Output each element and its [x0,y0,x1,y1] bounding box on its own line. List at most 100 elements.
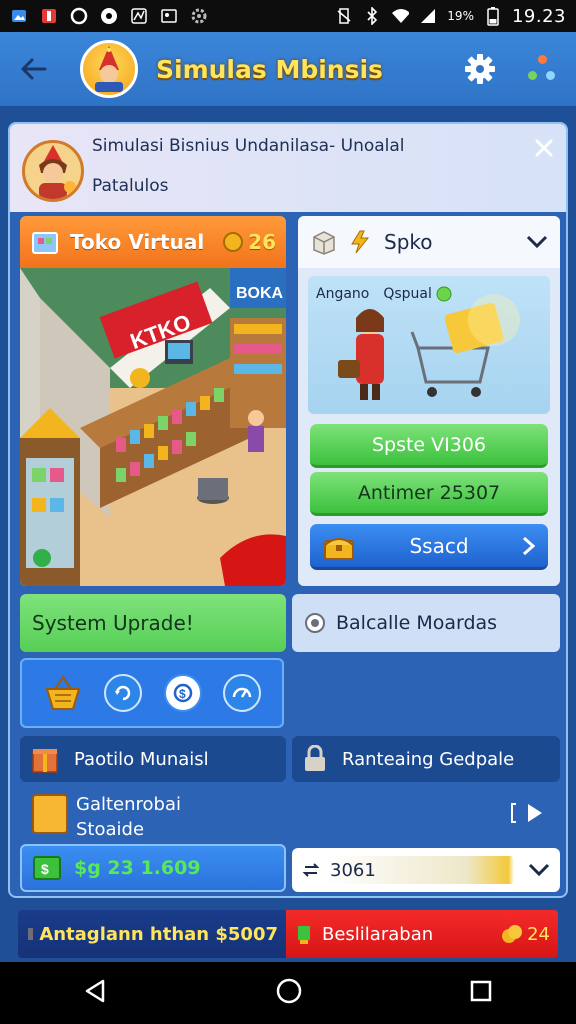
blue-dot-icon [546,71,555,80]
virtual-store-card[interactable]: Toko Virtual 26 KTKO BOKA [20,216,286,586]
svg-text:$: $ [41,861,49,877]
gift-box-icon [32,749,58,773]
panel-title: Simulasi Bisnius Undanilasa- Unoalal [92,136,405,156]
ticker-right-label: Beslilaraban [322,923,434,945]
balance-module-label: Balcalle Moardas [336,612,498,634]
gallery-line-1: Galtenrobai [76,794,181,815]
store-coin-count: 26 [222,230,276,254]
settings-button[interactable] [460,49,500,89]
amount-dropdown-value: 3061 [330,859,376,881]
green-dot-icon [528,71,537,80]
lightning-icon [351,230,370,254]
box-icon [313,231,335,255]
nav-recents-button[interactable] [469,979,493,1007]
spste-button[interactable]: Spste VI306 [310,424,548,468]
currency-icon: $ [173,683,192,703]
menu-dots-button[interactable] [522,49,562,89]
triangle-back-icon [85,979,105,1003]
shop-card: Spko Angano Qspual Spste VI306 Antimer 2… [298,216,560,586]
ranking-row-label: Ranteaing Gedpale [342,748,515,770]
portfolio-row[interactable]: Paotilo Munaisl [20,736,286,782]
shop-dropdown-label: Spko [384,230,433,254]
ticker-right-value: 24 [527,923,550,945]
ticker-right-count: 24 [501,924,550,945]
chevron-down-icon [526,235,548,249]
panel-header: Simulasi Bisnius Undanilasa- Unoalal Pat… [10,124,566,212]
shopping-basket-icon[interactable] [43,673,83,713]
circle-home-icon [276,978,302,1004]
treasure-chest-icon [324,537,354,560]
gear-icon [465,54,495,84]
money-balance-box[interactable]: $ $g 23 1.609 [20,844,286,892]
app-bar: Simulas Mbinsis [0,32,576,106]
play-icon [528,804,542,822]
nav-back-button[interactable] [83,978,109,1008]
store-box-icon [32,232,58,254]
shop-dropdown[interactable]: Spko [298,216,560,268]
orange-dot-icon [538,55,547,64]
balance-circle-icon [305,613,325,633]
store-coin-value: 26 [248,230,276,254]
amount-dropdown[interactable]: 3061 [292,848,560,892]
back-button[interactable] [14,49,54,89]
bluetooth-icon [363,7,381,25]
refresh-action-button[interactable] [104,674,143,712]
currency-action-button[interactable]: $ [163,674,202,712]
playback-control[interactable] [510,802,544,824]
bottom-ticker: Antaglann hthan $5007 Beslilaraban 24 [18,910,558,958]
virtual-store-label: Toko Virtual [70,230,205,254]
notebook-icon [32,794,68,834]
app-logo [80,40,138,98]
photos-icon [10,7,28,25]
system-upgrade-banner[interactable]: System Uprade! [20,594,286,652]
simulation-panel: Simulasi Bisnius Undanilasa- Unoalal Pat… [8,122,568,898]
chart-notification-icon [130,7,148,25]
image-notification-icon [160,7,178,25]
avatar [22,140,84,202]
square-recents-icon [470,980,492,1002]
amount-progress: 3061 [326,856,514,884]
system-upgrade-label: System Uprade! [32,611,194,635]
wizard-mascot-icon [95,46,123,92]
lock-icon [305,745,325,771]
wifi-icon [391,7,410,25]
swap-icon [302,863,320,877]
panel-subtitle: Patalulos [92,176,169,196]
ticket-icon [28,928,34,940]
balance-module-button[interactable]: Balcalle Moardas [292,594,560,652]
speed-action-button[interactable] [223,674,262,712]
portfolio-row-label: Paotilo Munaisl [74,748,209,770]
chevron-right-icon [523,536,536,555]
ssacd-button[interactable]: Ssacd [310,524,548,570]
battery-icon [484,7,502,26]
trophy-icon [298,926,310,944]
ticker-left-label: Antaglann hthan $5007 [39,923,278,945]
circle-icon [70,7,88,25]
ssacd-button-label: Ssacd [409,533,469,558]
record-icon [100,7,118,25]
status-clock: 19.23 [511,5,566,27]
gauge-icon [233,687,252,698]
settings-notification-icon [190,7,208,25]
battery-percent: 19% [447,9,474,23]
spste-button-label: Spste VI306 [371,433,487,456]
bracket-icon [511,803,516,823]
money-balance-value: $g 23 1.609 [74,857,201,879]
nav-home-button[interactable] [275,977,303,1009]
store-side-sign-text: BOKA [236,285,284,302]
app-notification-icon [40,7,58,25]
virtual-store-header: Toko Virtual 26 [20,216,286,268]
shop-illustration: Angano Qspual [308,276,550,414]
ticker-right[interactable]: Beslilaraban 24 [286,910,558,958]
chevron-down-icon [528,863,550,877]
quick-actions-row: $ [20,658,284,728]
close-button[interactable] [528,132,560,164]
antimer-button[interactable]: Antimer 25307 [310,472,548,516]
ranking-row[interactable]: Ranteaing Gedpale [292,736,560,782]
cash-icon: $ [33,856,61,880]
ticker-left[interactable]: Antaglann hthan $5007 [18,910,286,958]
gallery-line-2: Stoaide [76,819,145,840]
no-sim-icon [335,7,353,25]
refresh-icon [115,685,131,701]
signal-icon [419,7,437,25]
